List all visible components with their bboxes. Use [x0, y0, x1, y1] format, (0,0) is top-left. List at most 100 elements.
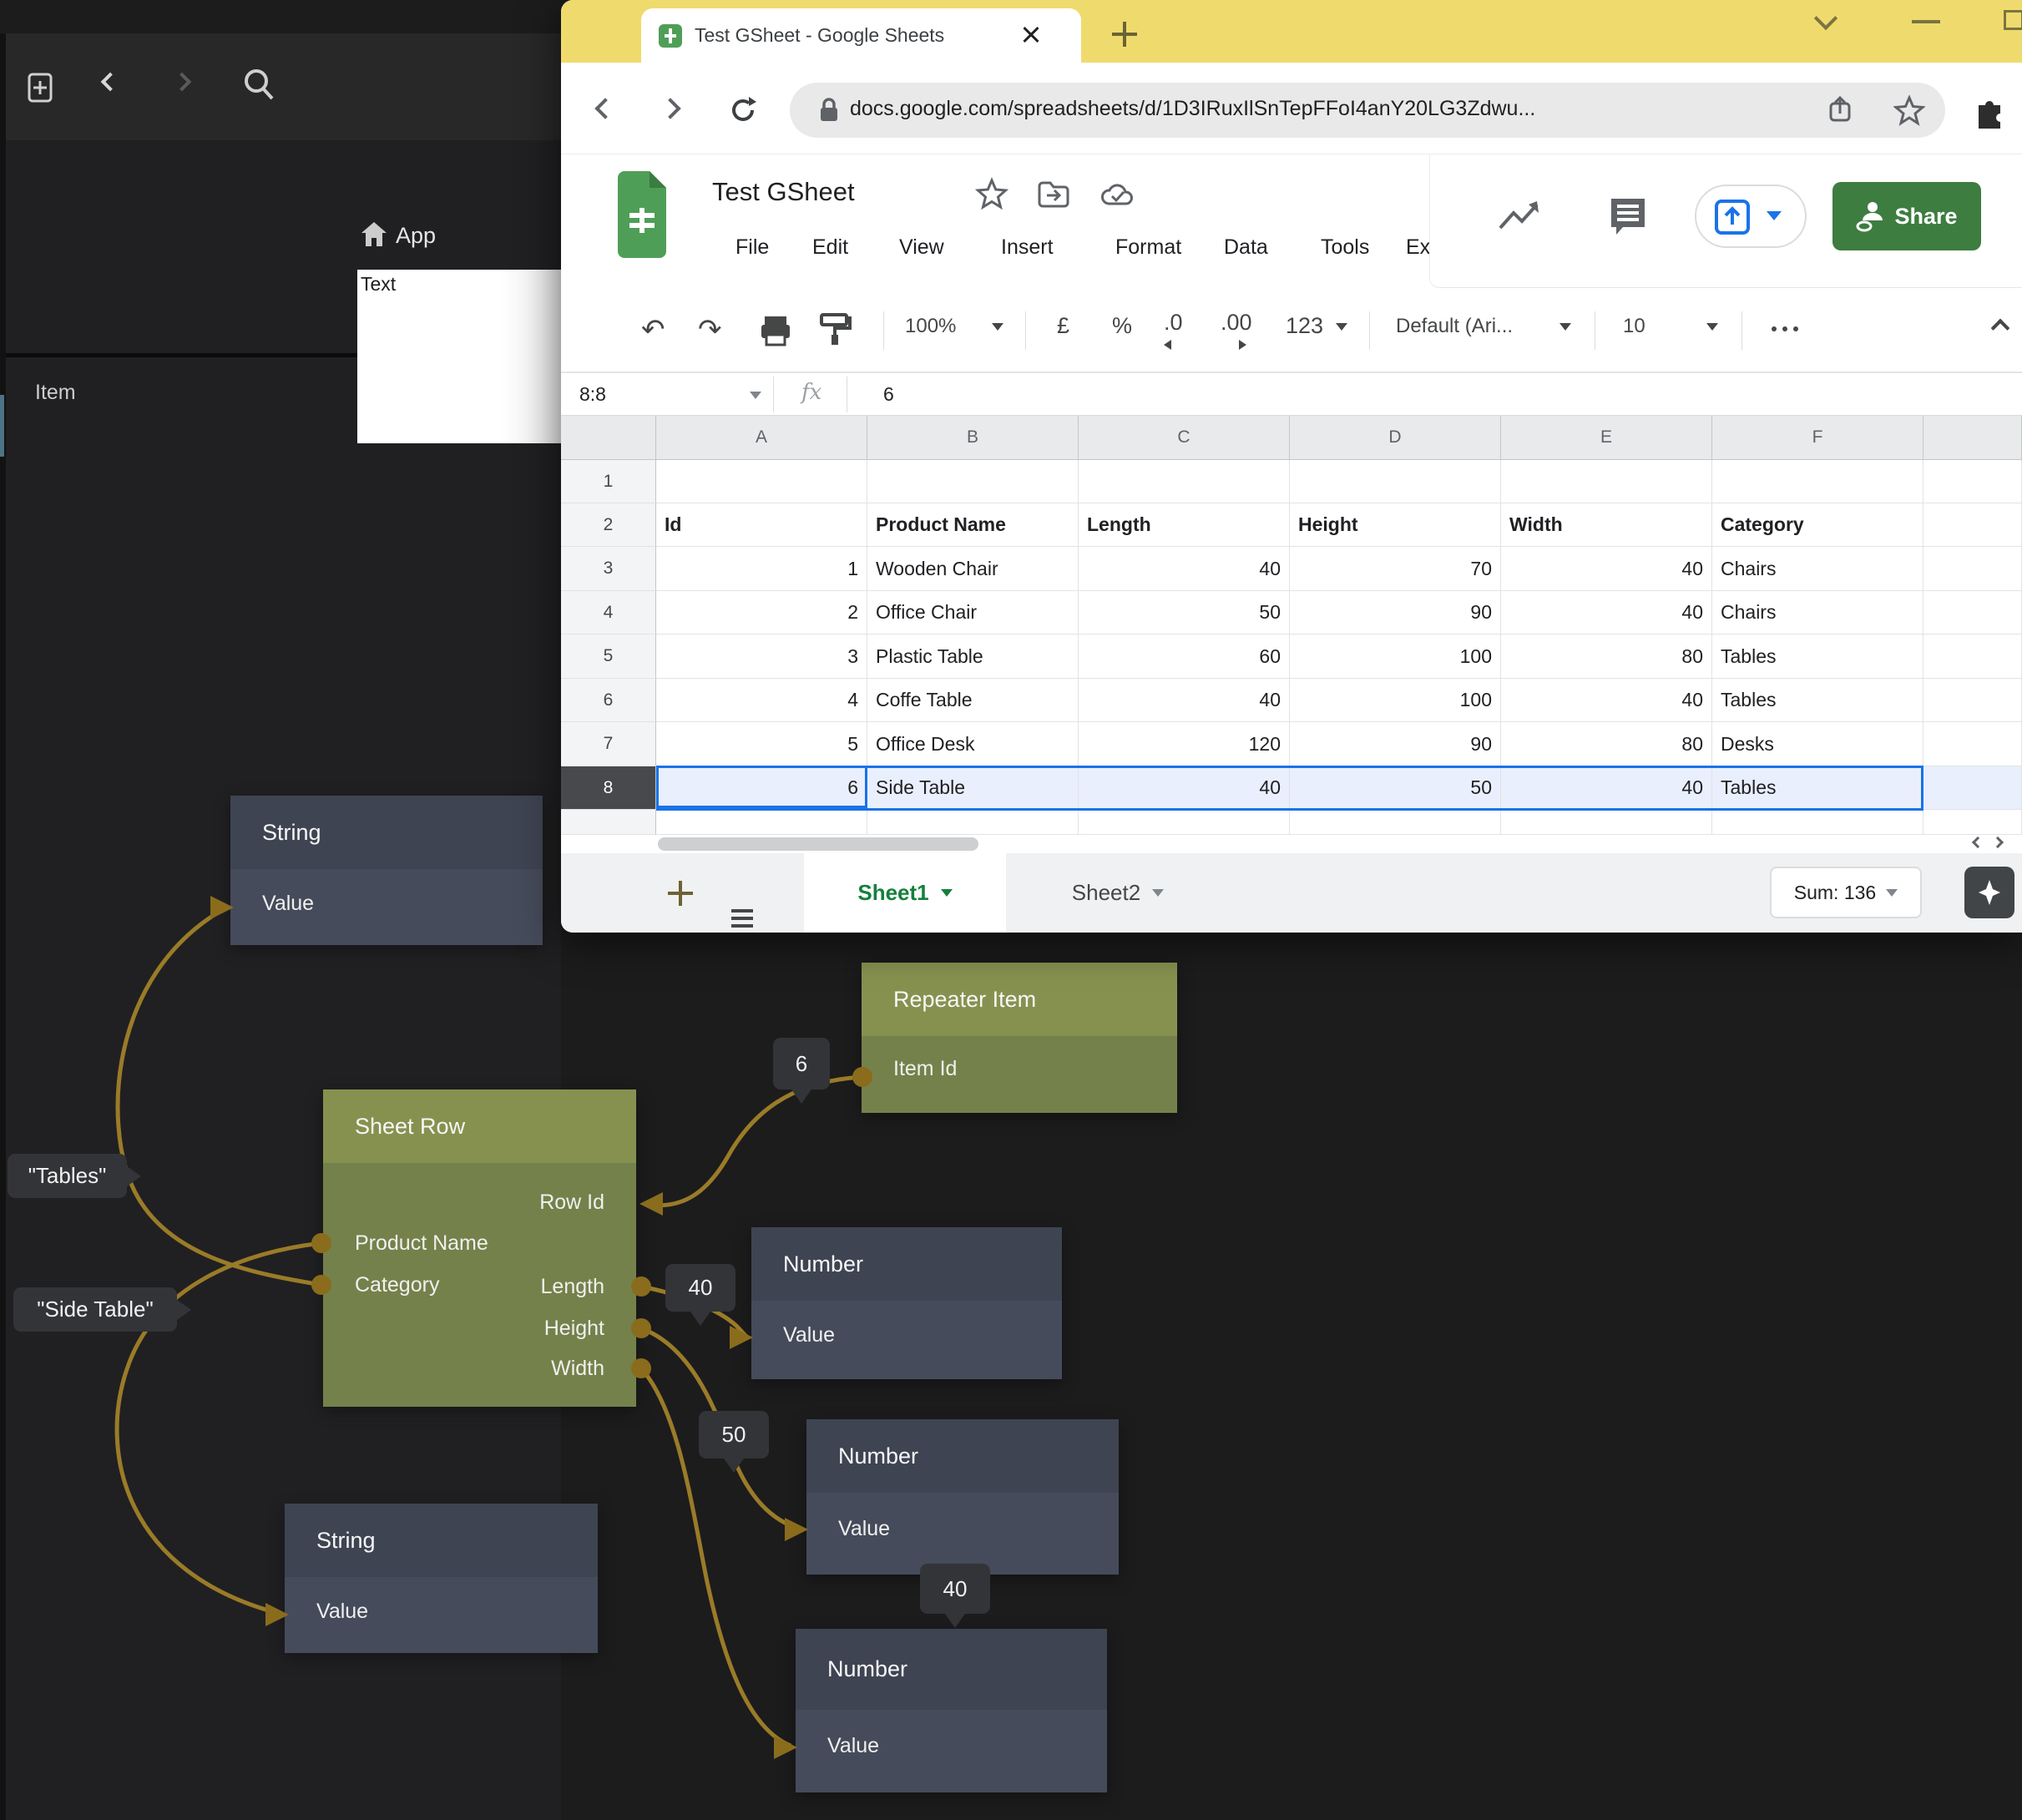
- grid-cell-F7[interactable]: Desks: [1712, 722, 1923, 766]
- grid-cell-bottom-partial[interactable]: [1290, 810, 1501, 835]
- grid-cell-D3[interactable]: 70: [1290, 547, 1501, 591]
- grid-cell-C6[interactable]: 40: [1079, 679, 1290, 722]
- column-header-F[interactable]: F: [1712, 416, 1923, 460]
- grid-cell-D7[interactable]: 90: [1290, 722, 1501, 766]
- grid-cell-B1[interactable]: [867, 460, 1079, 503]
- grid-cell-E6[interactable]: 40: [1501, 679, 1712, 722]
- port-value[interactable]: Value: [827, 1725, 879, 1767]
- app-preview-canvas[interactable]: Text: [357, 270, 561, 443]
- grid-cell-partial-7[interactable]: [1923, 722, 2022, 766]
- window-maximize-icon[interactable]: [2004, 10, 2022, 30]
- menu-tools[interactable]: Tools: [1321, 235, 1369, 260]
- sheet-tab-sheet1[interactable]: Sheet1: [804, 853, 1006, 933]
- component-item-label[interactable]: Item: [35, 381, 76, 405]
- grid-cell-E1[interactable]: [1501, 460, 1712, 503]
- undo-icon[interactable]: ↶: [641, 313, 665, 346]
- grid-cell-C4[interactable]: 50: [1079, 591, 1290, 634]
- grid-cell-F2[interactable]: Category: [1712, 503, 1923, 547]
- scrollbar-thumb[interactable]: [658, 837, 978, 851]
- grid-cell-D1[interactable]: [1290, 460, 1501, 503]
- grid-cell-A2[interactable]: Id: [656, 503, 867, 547]
- grid-cell-A1[interactable]: [656, 460, 867, 503]
- port-item-id[interactable]: Item Id: [893, 1048, 957, 1089]
- formula-input[interactable]: 6: [883, 383, 894, 406]
- port-value[interactable]: Value: [316, 1590, 368, 1632]
- row-header-5[interactable]: 5: [561, 634, 656, 679]
- port-width[interactable]: Width: [551, 1347, 604, 1389]
- select-all-corner[interactable]: [561, 416, 656, 460]
- grid-cell-E8[interactable]: 40: [1501, 766, 1712, 810]
- row-header-6[interactable]: 6: [561, 679, 656, 722]
- grid-cell-A3[interactable]: 1: [656, 547, 867, 591]
- grid-cell-C8[interactable]: 40: [1079, 766, 1290, 810]
- print-icon[interactable]: [758, 313, 793, 348]
- browser-reload-icon[interactable]: [725, 92, 761, 133]
- grid-cell-C5[interactable]: 60: [1079, 634, 1290, 679]
- grid-cell-partial-3[interactable]: [1923, 547, 2022, 591]
- grid-cell-bottom-partial[interactable]: [656, 810, 867, 835]
- grid-cell-E2[interactable]: Width: [1501, 503, 1712, 547]
- port-row-id[interactable]: Row Id: [539, 1181, 604, 1223]
- column-header-E[interactable]: E: [1501, 416, 1712, 460]
- node-number-height[interactable]: Number Value: [806, 1419, 1119, 1575]
- grid-cell-E3[interactable]: 40: [1501, 547, 1712, 591]
- row-header-1[interactable]: 1: [561, 460, 656, 503]
- cloud-saved-icon[interactable]: [1099, 180, 1137, 209]
- grid-cell-bottom-partial[interactable]: [1712, 810, 1923, 835]
- horizontal-scrollbar[interactable]: [561, 835, 2022, 853]
- grid-cell-C1[interactable]: [1079, 460, 1290, 503]
- column-header-A[interactable]: A: [656, 416, 867, 460]
- grid-cell-D2[interactable]: Height: [1290, 503, 1501, 547]
- grid-cell-B3[interactable]: Wooden Chair: [867, 547, 1079, 591]
- grid-cell-B4[interactable]: Office Chair: [867, 591, 1079, 634]
- port-value[interactable]: Value: [262, 882, 314, 924]
- new-tab-icon[interactable]: [1112, 22, 1137, 47]
- format-percent-button[interactable]: %: [1112, 313, 1132, 339]
- toolbar-more-icon[interactable]: [1772, 326, 1798, 331]
- grid-cell-D4[interactable]: 90: [1290, 591, 1501, 634]
- decrease-decimal-button[interactable]: .0: [1164, 310, 1183, 336]
- format-currency-button[interactable]: £: [1057, 313, 1069, 339]
- grid-cell-F6[interactable]: Tables: [1712, 679, 1923, 722]
- spreadsheet-grid[interactable]: ABCDEF12IdProduct NameLengthHeightWidthC…: [561, 416, 2022, 835]
- port-value[interactable]: Value: [838, 1508, 890, 1550]
- grid-cell-bottom-partial[interactable]: [867, 810, 1079, 835]
- sheet-tab-sheet2[interactable]: Sheet2: [1039, 853, 1197, 933]
- grid-cell-F3[interactable]: Chairs: [1712, 547, 1923, 591]
- menu-format[interactable]: Format: [1115, 235, 1181, 260]
- grid-cell-E7[interactable]: 80: [1501, 722, 1712, 766]
- grid-cell-partial-6[interactable]: [1923, 679, 2022, 722]
- trending-history-icon[interactable]: [1497, 198, 1544, 236]
- grid-cell-C3[interactable]: 40: [1079, 547, 1290, 591]
- grid-cell-partial-1[interactable]: [1923, 460, 2022, 503]
- scroll-right-icon[interactable]: [1992, 837, 2004, 848]
- node-number-length[interactable]: Number Value: [751, 1227, 1062, 1379]
- increase-decimal-button[interactable]: .00: [1221, 310, 1252, 336]
- grid-cell-F8[interactable]: Tables: [1712, 766, 1923, 810]
- menu-insert[interactable]: Insert: [1001, 235, 1054, 260]
- browser-tab[interactable]: Test GSheet - Google Sheets: [641, 8, 1081, 63]
- column-header-B[interactable]: B: [867, 416, 1079, 460]
- grid-cell-partial-2[interactable]: [1923, 503, 2022, 547]
- node-repeater-item[interactable]: Repeater Item Item Id: [862, 963, 1177, 1113]
- grid-cell-B5[interactable]: Plastic Table: [867, 634, 1079, 679]
- column-header-D[interactable]: D: [1290, 416, 1501, 460]
- star-document-icon[interactable]: [975, 177, 1008, 210]
- row-header-3[interactable]: 3: [561, 547, 656, 591]
- grid-cell-D6[interactable]: 100: [1290, 679, 1501, 722]
- grid-cell-A4[interactable]: 2: [656, 591, 867, 634]
- column-header-C[interactable]: C: [1079, 416, 1290, 460]
- collapse-toolbar-icon[interactable]: [1991, 319, 2010, 338]
- more-formats-button[interactable]: 123: [1286, 313, 1323, 339]
- menu-view[interactable]: View: [899, 235, 944, 260]
- tab-close-icon[interactable]: [1021, 25, 1041, 45]
- menu-edit[interactable]: Edit: [812, 235, 848, 260]
- grid-cell-A7[interactable]: 5: [656, 722, 867, 766]
- node-sheet-row[interactable]: Sheet Row Row Id Product Name Category L…: [323, 1089, 636, 1407]
- row-header-7[interactable]: 7: [561, 722, 656, 766]
- node-string-top[interactable]: String Value: [230, 796, 543, 945]
- grid-cell-F1[interactable]: [1712, 460, 1923, 503]
- grid-cell-C2[interactable]: Length: [1079, 503, 1290, 547]
- menu-file[interactable]: File: [736, 235, 769, 260]
- paint-format-icon[interactable]: [818, 311, 853, 350]
